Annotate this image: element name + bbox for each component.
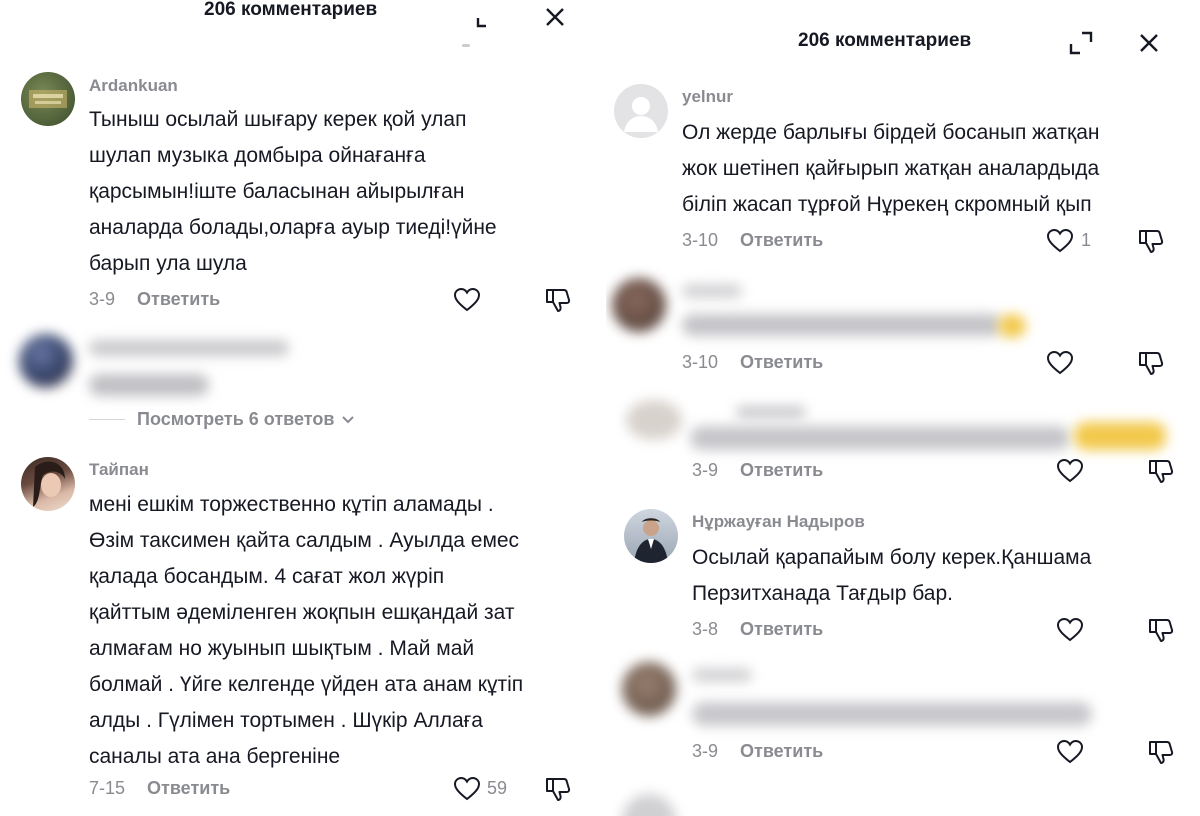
scroll-indicator: [462, 44, 470, 47]
comment-text: Тыныш осылай шығару керек қой улап шулап…: [89, 102, 589, 282]
reply-button[interactable]: Ответить: [147, 778, 230, 798]
comments-header-title: 206 комментариев: [204, 0, 378, 20]
comment-line: Өзім таксимен қайта салдым . Ауылда емес: [89, 529, 520, 552]
dislike-icon[interactable]: [1146, 737, 1176, 767]
view-replies-label: Посмотреть 6 ответов: [137, 409, 335, 429]
comment-line: болмай . Үйге келгенде үйден ата анам кұ…: [89, 673, 524, 696]
comment-text: мені ешкім торжественно кұтіп аламады . …: [89, 487, 594, 775]
reply-button[interactable]: Ответить: [740, 460, 823, 480]
view-replies-button[interactable]: Посмотреть 6 ответов: [137, 409, 355, 430]
like-count: 59: [487, 778, 508, 798]
heart-icon[interactable]: [1055, 615, 1085, 645]
reply-button[interactable]: Ответить: [740, 619, 823, 639]
blurred-username: [736, 406, 806, 418]
comment-meta: 7-15 Ответить: [89, 778, 230, 799]
expand-icon[interactable]: [474, 4, 500, 30]
comment-meta: 3-9 Ответить: [692, 741, 823, 762]
comment-meta: 3-8 Ответить: [692, 619, 823, 640]
comment-username[interactable]: Нұржауған Надыров: [692, 512, 865, 532]
comment-date: 3-9: [89, 289, 116, 309]
avatar[interactable]: [19, 334, 73, 388]
comment-meta: 3-9 Ответить: [692, 460, 823, 481]
heart-icon[interactable]: [1045, 226, 1075, 256]
replies-line: [89, 419, 125, 420]
comment-line: жок шетінеп қайғырып жатқан аналардыда: [682, 157, 1100, 180]
avatar[interactable]: [622, 794, 676, 816]
comment-line: қайттым әдеміленген жоқпын ешқандай зат: [89, 601, 515, 624]
comment-line: аналарда болады,оларға ауыр тиеді!үйне: [89, 216, 497, 239]
blurred-username: [682, 284, 742, 298]
dislike-icon[interactable]: [1146, 615, 1176, 645]
blurred-text: [89, 374, 209, 396]
expand-icon[interactable]: [1068, 30, 1094, 56]
comment-text: Ол жерде барлығы бірдей босанып жатқан ж…: [682, 115, 1182, 223]
blurred-text: [682, 314, 1002, 336]
avatar[interactable]: [21, 72, 75, 126]
blurred-emoji: [998, 314, 1026, 338]
dislike-icon[interactable]: [543, 285, 573, 315]
like-count: 1: [1081, 230, 1092, 250]
dislike-icon[interactable]: [1136, 348, 1166, 378]
comment-username[interactable]: Тайпан: [89, 460, 149, 480]
avatar[interactable]: [21, 457, 75, 511]
heart-icon[interactable]: [1045, 348, 1075, 378]
avatar[interactable]: [614, 84, 668, 138]
comment-date: 3-8: [692, 619, 719, 639]
avatar[interactable]: [622, 662, 676, 716]
reply-button[interactable]: Ответить: [740, 352, 823, 372]
right-comments-panel: 206 комментариев yelnur Ол жерде барлығы…: [606, 12, 1200, 816]
heart-icon[interactable]: [1055, 737, 1085, 767]
reply-button[interactable]: Ответить: [740, 741, 823, 761]
avatar[interactable]: [612, 278, 666, 332]
comment-line: Перзитханада Тағдыр бар.: [692, 582, 954, 605]
comment-line: Осылай қарапайым болу керек.Қаншама: [692, 546, 1092, 569]
heart-icon[interactable]: [452, 774, 482, 804]
comment-meta: 3-10 Ответить: [682, 352, 823, 373]
comment-date: 3-10: [682, 352, 719, 372]
comment-date: 3-9: [692, 460, 719, 480]
avatar[interactable]: [626, 400, 682, 440]
comment-username[interactable]: Ardankuan: [89, 76, 178, 96]
comment-line: барып ула шула: [89, 252, 247, 275]
comment-line: қалада босандым. 4 сағат жол жүріп: [89, 565, 445, 588]
dislike-icon[interactable]: [1146, 456, 1176, 486]
comment-meta: 3-10 Ответить: [682, 230, 823, 251]
comment-date: 3-10: [682, 230, 719, 250]
chevron-down-icon: [342, 416, 355, 424]
left-comments-panel: 206 комментариев Ardankuan Тыныш осылай …: [0, 0, 600, 804]
dislike-icon[interactable]: [1136, 226, 1166, 256]
comment-date: 3-9: [692, 741, 719, 761]
blurred-emoji: [1074, 422, 1166, 450]
comment-text: Осылай қарапайым болу керек.Қаншама Перз…: [692, 540, 1192, 612]
comment-line: біліп жасап тұрғой Нұрекең скромный қып: [682, 193, 1092, 216]
comment-line: Тыныш осылай шығару керек қой улап: [89, 108, 467, 131]
blurred-text: [690, 426, 1070, 450]
comments-header-title: 206 комментариев: [798, 30, 972, 51]
close-icon[interactable]: [1136, 30, 1162, 56]
comment-line: мені ешкім торжественно кұтіп аламады .: [89, 493, 494, 516]
blurred-username: [89, 340, 289, 356]
heart-icon[interactable]: [1055, 456, 1085, 486]
close-icon[interactable]: [542, 4, 568, 30]
reply-button[interactable]: Ответить: [137, 289, 220, 309]
comment-line: қарсымын!іште баласынан айырылған: [89, 180, 465, 203]
blurred-text: [692, 702, 1092, 726]
dislike-icon[interactable]: [543, 774, 573, 804]
comment-meta: 3-9 Ответить: [89, 289, 220, 310]
reply-button[interactable]: Ответить: [740, 230, 823, 250]
comment-username[interactable]: yelnur: [682, 87, 733, 107]
comment-line: алды . Гүлімен тортымен . Шүкір Аллаға: [89, 709, 483, 732]
comment-line: саналы ата ана бергеніне: [89, 745, 341, 768]
avatar[interactable]: [624, 509, 678, 563]
comment-date: 7-15: [89, 778, 126, 798]
comment-line: Ол жерде барлығы бірдей босанып жатқан: [682, 121, 1100, 144]
blurred-username: [692, 668, 752, 682]
comment-line: шулап музыка домбыра ойнағанға: [89, 144, 426, 167]
heart-icon[interactable]: [452, 285, 482, 315]
comment-line: алмағам но жуынып шықтым . Май май: [89, 637, 475, 660]
